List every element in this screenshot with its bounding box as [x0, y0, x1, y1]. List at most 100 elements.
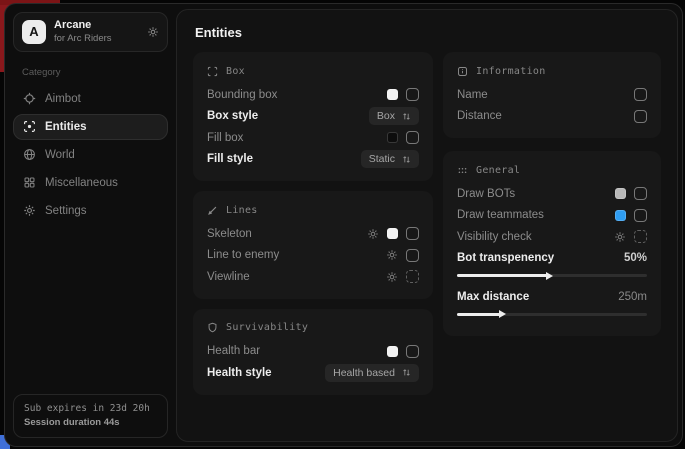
- setting-row-bounding-box: Bounding box: [207, 84, 419, 106]
- setting-row-health-style: Health style Health based: [207, 362, 419, 384]
- max-distance-slider[interactable]: [457, 313, 647, 316]
- session-duration-text: Session duration 44s: [24, 416, 157, 430]
- slider-fill: [457, 274, 548, 277]
- health-bar-checkbox[interactable]: [406, 345, 419, 358]
- dropdown-value: Health based: [333, 367, 395, 379]
- draw-bots-checkbox[interactable]: [634, 187, 647, 200]
- globe-icon: [23, 148, 36, 161]
- grid-icon: [23, 176, 36, 189]
- updown-arrows-icon: [402, 112, 411, 121]
- setting-label: Health bar: [207, 345, 260, 357]
- desktop-background: A Arcane for Arc Riders Category: [0, 0, 685, 449]
- setting-row-skeleton: Skeleton: [207, 223, 419, 245]
- gear-icon[interactable]: [386, 249, 398, 261]
- setting-row-name: Name: [457, 84, 647, 106]
- setting-row-draw-teammates: Draw teammates: [457, 205, 647, 227]
- arcane-window: A Arcane for Arc Riders Category: [4, 3, 683, 447]
- app-header-card: A Arcane for Arc Riders: [13, 12, 168, 52]
- box-card: Box Bounding box Box style: [193, 52, 433, 181]
- crosshair-icon: [23, 92, 36, 105]
- setting-row-viewline: Viewline: [207, 266, 419, 288]
- lines-card-header: Lines: [207, 200, 419, 220]
- sidebar-nav: Aimbot Entities: [13, 85, 168, 225]
- left-column: Box Bounding box Box style: [193, 52, 433, 395]
- color-swatch[interactable]: [615, 210, 626, 221]
- app-header-text: Arcane for Arc Riders: [54, 19, 139, 45]
- box-style-dropdown[interactable]: Box: [369, 107, 419, 125]
- setting-label: Draw BOTs: [457, 188, 515, 200]
- general-card-header: General: [457, 160, 647, 180]
- sidebar-item-label: Settings: [45, 205, 87, 217]
- setting-label: Health style: [207, 367, 272, 379]
- section-title: Information: [476, 66, 546, 77]
- viewline-checkbox[interactable]: [406, 270, 419, 283]
- gear-icon[interactable]: [386, 271, 398, 283]
- setting-label: Fill style: [207, 153, 253, 165]
- color-swatch[interactable]: [387, 346, 398, 357]
- sidebar-item-settings[interactable]: Settings: [13, 198, 168, 224]
- slider-fill: [457, 313, 501, 316]
- sidebar-item-miscellaneous[interactable]: Miscellaneous: [13, 170, 168, 196]
- entities-scan-icon: [23, 120, 36, 133]
- line-to-enemy-checkbox[interactable]: [406, 249, 419, 262]
- setting-row-max-distance: Max distance 250m: [457, 286, 647, 308]
- app-logo: A: [22, 20, 46, 44]
- setting-row-health-bar: Health bar: [207, 341, 419, 363]
- bot-transparency-slider[interactable]: [457, 274, 647, 277]
- setting-row-bot-transparency: Bot transpenency 50%: [457, 248, 647, 270]
- color-swatch[interactable]: [387, 228, 398, 239]
- setting-label: Bot transpenency: [457, 252, 554, 264]
- gear-icon[interactable]: [614, 231, 626, 243]
- right-column: Information Name Distance: [443, 52, 661, 336]
- dots-grid-icon: [457, 165, 468, 176]
- sidebar-item-aimbot[interactable]: Aimbot: [13, 86, 168, 112]
- name-checkbox[interactable]: [634, 88, 647, 101]
- setting-row-visibility-check: Visibility check: [457, 226, 647, 248]
- sidebar-item-label: Entities: [45, 121, 87, 133]
- fill-box-checkbox[interactable]: [406, 131, 419, 144]
- section-title: Box: [226, 66, 245, 77]
- gear-icon[interactable]: [367, 228, 379, 240]
- setting-label: Distance: [457, 110, 502, 122]
- setting-label: Viewline: [207, 271, 250, 283]
- color-swatch[interactable]: [387, 132, 398, 143]
- sidebar-item-entities[interactable]: Entities: [13, 114, 168, 140]
- slider-thumb[interactable]: [546, 272, 553, 280]
- max-distance-value: 250m: [618, 291, 647, 303]
- app-subtitle: for Arc Riders: [54, 33, 139, 45]
- slider-thumb[interactable]: [499, 310, 506, 318]
- health-style-dropdown[interactable]: Health based: [325, 364, 419, 382]
- setting-label: Box style: [207, 110, 258, 122]
- main-panel: Entities Box: [176, 9, 678, 442]
- section-title: Survivability: [226, 322, 308, 333]
- setting-label: Bounding box: [207, 89, 277, 101]
- distance-checkbox[interactable]: [634, 110, 647, 123]
- sidebar: A Arcane for Arc Riders Category: [5, 4, 176, 446]
- survivability-card: Survivability Health bar Health style: [193, 309, 433, 395]
- category-label: Category: [22, 67, 168, 78]
- setting-row-distance: Distance: [457, 106, 647, 128]
- bot-transparency-value: 50%: [624, 252, 647, 264]
- updown-arrows-icon: [402, 368, 411, 377]
- setting-row-fill-box: Fill box: [207, 127, 419, 149]
- general-card: General Draw BOTs Draw teammates: [443, 151, 661, 336]
- bounding-box-checkbox[interactable]: [406, 88, 419, 101]
- sidebar-item-world[interactable]: World: [13, 142, 168, 168]
- gear-icon[interactable]: [147, 26, 159, 38]
- setting-row-box-style: Box style Box: [207, 106, 419, 128]
- survivability-card-header: Survivability: [207, 318, 419, 338]
- setting-row-line-to-enemy: Line to enemy: [207, 245, 419, 267]
- lines-card: Lines Skeleton: [193, 191, 433, 299]
- color-swatch[interactable]: [387, 89, 398, 100]
- information-icon: [457, 66, 468, 77]
- gear-icon: [23, 204, 36, 217]
- visibility-check-checkbox[interactable]: [634, 230, 647, 243]
- setting-row-draw-bots: Draw BOTs: [457, 183, 647, 205]
- fill-style-dropdown[interactable]: Static: [361, 150, 419, 168]
- sidebar-item-label: Aimbot: [45, 93, 81, 105]
- setting-label: Name: [457, 89, 488, 101]
- draw-teammates-checkbox[interactable]: [634, 209, 647, 222]
- color-swatch[interactable]: [615, 188, 626, 199]
- brackets-icon: [207, 66, 218, 77]
- skeleton-checkbox[interactable]: [406, 227, 419, 240]
